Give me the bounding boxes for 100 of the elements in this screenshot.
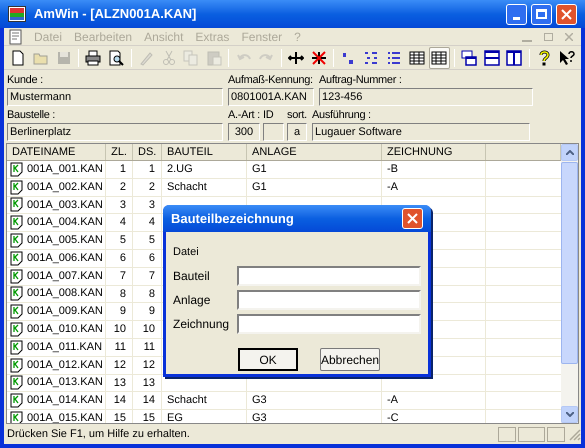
- table-cell-text: 001A_007.KAN: [27, 268, 103, 284]
- table-cell: -C: [382, 410, 486, 423]
- table-cell: 3: [133, 196, 162, 214]
- column-header[interactable]: DATEINAME: [7, 144, 106, 160]
- minimize-button[interactable]: [506, 4, 527, 24]
- table-cell: 9: [106, 303, 133, 320]
- input-field[interactable]: 0801001A.KAN: [228, 88, 314, 106]
- field-label: A.-Art :: [228, 108, 260, 123]
- window-title: AmWin - [ALZN001A.KAN]: [34, 5, 196, 24]
- input-field[interactable]: [236, 290, 421, 310]
- table-cell: 2.UG: [162, 161, 247, 178]
- column-header[interactable]: ANLAGE: [247, 144, 382, 160]
- maximize-button[interactable]: [531, 4, 552, 24]
- document-icon[interactable]: [8, 28, 24, 44]
- table-cell: Schacht: [162, 178, 247, 196]
- field-label: ID: [263, 108, 274, 123]
- field-label: sort.: [287, 108, 307, 123]
- table-cell: EG: [162, 410, 247, 423]
- vertical-tiles-icon: [506, 50, 522, 66]
- table-cell: G1: [247, 161, 382, 178]
- table-cell: 6: [133, 250, 162, 267]
- input-field[interactable]: Lugauer Software: [312, 123, 530, 141]
- field-label: Kunde :: [7, 73, 43, 88]
- move-arrows-icon: [288, 50, 304, 66]
- table-cell: 9: [133, 303, 162, 320]
- dialog-caption: Datei: [173, 245, 200, 258]
- table-cell: 10: [106, 321, 133, 338]
- table-cell: 3: [106, 196, 133, 214]
- scrollbar-thumb[interactable]: [561, 162, 578, 364]
- toolbar-button[interactable]: [428, 46, 450, 68]
- input-field[interactable]: 123-456: [319, 88, 533, 106]
- table-cell-text: 001A_010.KAN: [27, 322, 103, 338]
- table-cell: 12: [133, 356, 162, 374]
- table-cell-text: 001A_014.KAN: [27, 393, 103, 408]
- field-label: Anlage: [173, 292, 212, 309]
- field-label: Zeichnung: [173, 316, 230, 333]
- cascade-windows-icon: [461, 50, 477, 66]
- input-field[interactable]: 300: [228, 123, 260, 141]
- status-panel: [518, 426, 545, 442]
- table-cell-text: 001A_011.KAN: [27, 340, 102, 355]
- close-icon: [407, 213, 418, 224]
- input-field[interactable]: Mustermann: [7, 88, 223, 106]
- field-label: Aufmaß-Kennung:: [228, 73, 313, 88]
- table-cell-text: 001A_015.KAN: [27, 411, 103, 423]
- table-cell: G3: [247, 410, 382, 423]
- help-cursor-icon: [558, 50, 575, 66]
- scissors-icon: [160, 50, 177, 66]
- input-field[interactable]: Berlinerplatz: [7, 123, 223, 141]
- column-header[interactable]: DS.: [133, 144, 162, 160]
- table-cell: 15: [133, 410, 162, 423]
- table-cell: 14: [106, 392, 133, 410]
- resize-grip-icon[interactable]: [567, 427, 581, 441]
- table-cell: G3: [247, 392, 382, 410]
- dialog-title: Bauteilbezeichnung: [171, 210, 295, 228]
- input-field[interactable]: [263, 123, 284, 141]
- dialog-button[interactable]: Abbrechen: [320, 348, 380, 371]
- dialog-button[interactable]: OK: [238, 348, 298, 371]
- table-cell-text: 001A_008.KAN: [27, 286, 103, 302]
- horizontal-tiles-icon: [484, 50, 500, 66]
- table-cell: 1: [106, 161, 133, 178]
- table-cell: 6: [106, 250, 133, 267]
- table-cell: G1: [247, 178, 382, 196]
- table-icon: [408, 50, 425, 66]
- close-button[interactable]: [556, 4, 577, 24]
- table-cell: 5: [106, 232, 133, 249]
- table-cell-text: 001A_005.KAN: [27, 233, 103, 248]
- scroll-down-button[interactable]: [561, 406, 578, 423]
- table-cell: -A: [382, 178, 486, 196]
- app-icon: [8, 6, 26, 22]
- table-cell: 13: [133, 374, 162, 392]
- table-cell: 11: [133, 338, 162, 356]
- printer-icon: [85, 50, 102, 66]
- table-cell: 2: [133, 178, 162, 196]
- table-cell: 5: [133, 232, 162, 249]
- clipboard-icon: [206, 50, 222, 66]
- close-icon: [561, 8, 572, 20]
- column-header[interactable]: ZL.: [106, 144, 133, 160]
- column-header[interactable]: ZEICHNUNG: [382, 144, 486, 160]
- table-cell: -A: [382, 392, 486, 410]
- table-cell: 7: [106, 268, 133, 285]
- magnifier-icon: [108, 50, 124, 66]
- input-field[interactable]: [236, 314, 421, 334]
- table-cell: 15: [106, 410, 133, 423]
- crossed-arrows-icon: [310, 50, 327, 66]
- new-file-icon: [10, 50, 26, 66]
- column-header[interactable]: BAUTEIL: [162, 144, 247, 160]
- table-cell: 13: [106, 374, 133, 392]
- input-field[interactable]: [236, 266, 421, 286]
- table-cell-text: 001A_001.KAN: [27, 162, 103, 177]
- table-cell: Schacht: [162, 392, 247, 410]
- table-cell-text: 001A_004.KAN: [27, 215, 103, 230]
- table-cell: 8: [106, 286, 133, 302]
- scroll-up-button[interactable]: [561, 144, 578, 161]
- table-cell: 7: [133, 268, 162, 285]
- status-panel: [547, 426, 565, 442]
- input-field[interactable]: a: [287, 123, 307, 141]
- close-button[interactable]: [402, 208, 423, 229]
- table-cell: -B: [382, 161, 486, 178]
- copy-icon: [183, 50, 200, 66]
- table-cell: 8: [133, 286, 162, 302]
